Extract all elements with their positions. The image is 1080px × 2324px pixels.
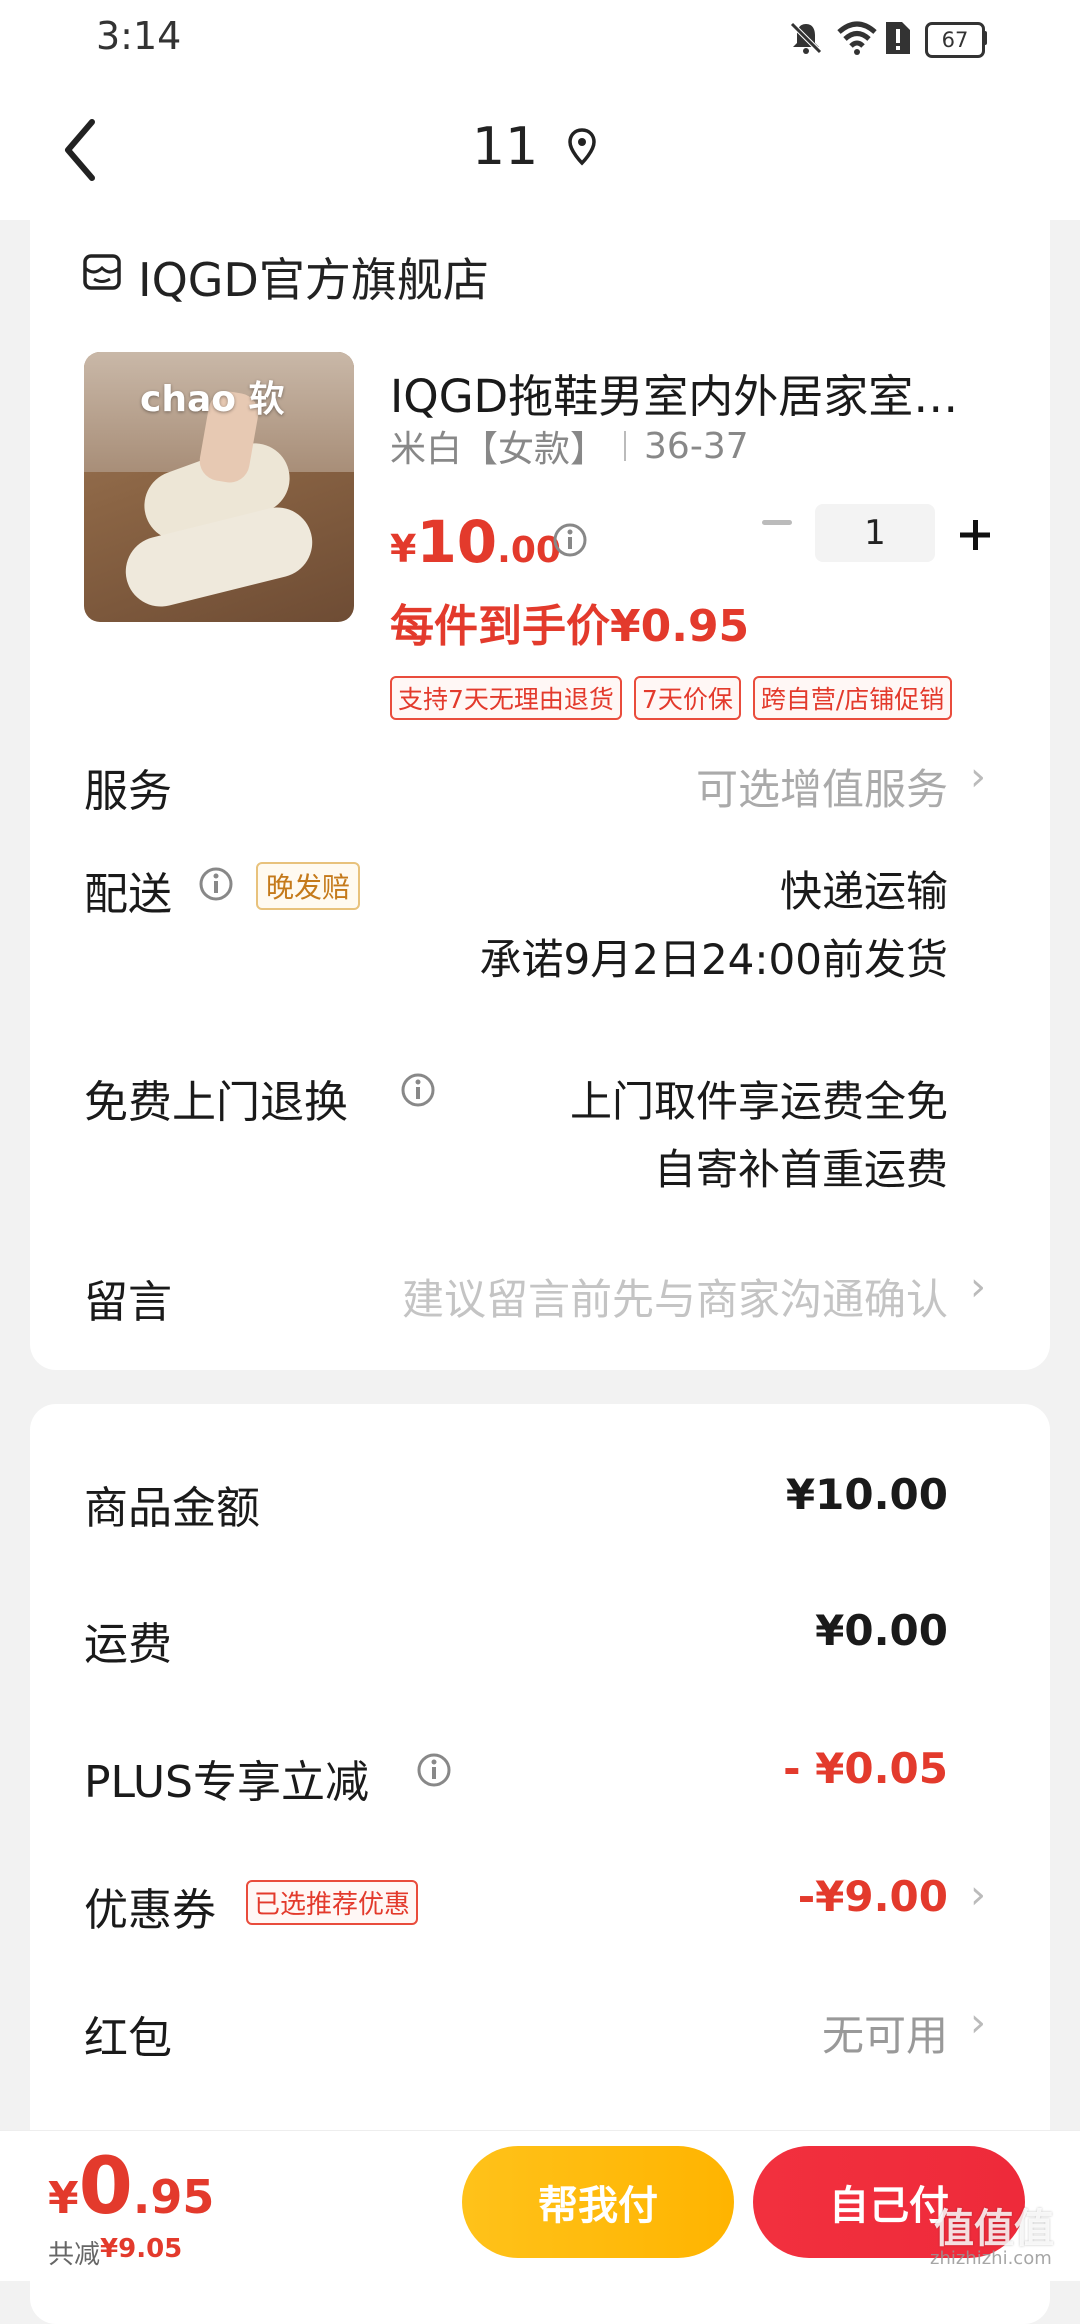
- message-label: 留言: [84, 1277, 172, 1328]
- store-icon: [83, 254, 121, 290]
- red-packet-chevron-icon: ›: [970, 2000, 986, 2046]
- product-image[interactable]: chao 软: [84, 352, 354, 622]
- price-symbol: ¥: [390, 527, 417, 571]
- message-input[interactable]: 建议留言前先与商家沟通确认: [402, 1266, 948, 1327]
- red-packet-value: 无可用: [821, 2011, 948, 2060]
- bell-off-icon: [790, 22, 822, 54]
- delivery-promise: 承诺9月2日24:00前发货: [479, 935, 948, 984]
- address-selector[interactable]: 11: [472, 112, 598, 182]
- product-tags: 支持7天无理由退货 7天价保 跨自营/店铺促销: [390, 676, 953, 720]
- product-image-caption: chao 软: [140, 379, 285, 420]
- coupon-chevron-icon: ›: [970, 1872, 986, 1918]
- status-time: 3:14: [96, 14, 182, 58]
- product-title[interactable]: IQGD拖鞋男室内外居家室…: [390, 360, 1000, 425]
- address-title: 11: [472, 117, 539, 177]
- total-integer: 0: [78, 2142, 133, 2232]
- free-return-info-icon[interactable]: [400, 1072, 436, 1108]
- help-pay-button[interactable]: 帮我付: [462, 2146, 734, 2258]
- total-decimal: .95: [132, 2170, 215, 2224]
- variant-size: 36-37: [644, 425, 749, 467]
- plus-discount-value: - ¥0.05: [783, 1744, 948, 1793]
- product-price: ¥ 10 .00: [390, 508, 561, 576]
- delivery-method: 快递运输: [779, 867, 948, 916]
- free-return-line1: 上门取件享运费全免: [569, 1077, 948, 1126]
- watermark-logo: 值值值: [934, 2206, 1054, 2252]
- shipping-fee-value: ¥0.00: [815, 1606, 948, 1655]
- battery-icon: 67: [925, 22, 985, 58]
- quantity-input[interactable]: 1: [815, 504, 935, 562]
- variant-divider: [624, 431, 627, 461]
- delivery-label: 配送: [84, 869, 172, 920]
- message-chevron-icon: ›: [970, 1264, 986, 1310]
- shipping-fee-label: 运费: [84, 1619, 172, 1670]
- saved-value: ¥9.05: [100, 2234, 183, 2264]
- plus-discount-label: PLUS专享立减: [84, 1757, 369, 1808]
- variant-color: 米白【女款】: [390, 429, 607, 470]
- product-variant[interactable]: 米白【女款】 36-37: [390, 420, 749, 472]
- tag-price-protect: 7天价保: [633, 676, 741, 720]
- free-return-line2: 自寄补首重运费: [653, 1145, 948, 1194]
- location-pin-icon: [568, 128, 596, 166]
- goods-amount-value: ¥10.00: [785, 1470, 948, 1519]
- service-value: 可选增值服务: [695, 765, 948, 814]
- quantity-increase-button[interactable]: [958, 518, 992, 552]
- red-packet-label: 红包: [84, 2013, 172, 2064]
- free-return-label: 免费上门退换: [84, 1077, 348, 1128]
- price-integer: 10: [416, 508, 498, 576]
- tag-7day-return: 支持7天无理由退货: [390, 676, 622, 720]
- sim-alert-icon: [886, 22, 910, 54]
- back-arrow-icon[interactable]: [54, 110, 114, 190]
- service-label: 服务: [84, 766, 172, 817]
- total-saved: 共减 ¥9.05: [48, 2234, 182, 2271]
- quantity-decrease-button[interactable]: [762, 520, 792, 525]
- tag-cross-promo: 跨自营/店铺促销: [752, 676, 953, 720]
- battery-level: 67: [941, 28, 969, 52]
- battery-tip: [982, 31, 987, 45]
- coupon-selected-badge: 已选推荐优惠: [246, 1880, 419, 1925]
- watermark-url: zhizhizhi.com: [930, 2248, 1052, 2269]
- service-chevron-icon: ›: [970, 754, 986, 800]
- coupon-label: 优惠券: [84, 1885, 216, 1936]
- saved-label: 共减: [48, 2240, 101, 2270]
- price-info-icon[interactable]: [552, 522, 588, 558]
- total-price: ¥ 0 .95: [48, 2142, 214, 2232]
- plus-info-icon[interactable]: [416, 1752, 452, 1788]
- goods-amount-label: 商品金额: [84, 1483, 260, 1534]
- late-delivery-badge: 晚发赔: [256, 862, 361, 910]
- store-name[interactable]: IQGD官方旗舰店: [138, 244, 489, 310]
- wifi-icon: [837, 21, 877, 55]
- coupon-value: -¥9.00: [797, 1872, 948, 1921]
- total-symbol: ¥: [48, 2173, 79, 2224]
- per-item-price: 每件到手价¥0.95: [390, 601, 750, 652]
- delivery-info-icon[interactable]: [198, 866, 234, 902]
